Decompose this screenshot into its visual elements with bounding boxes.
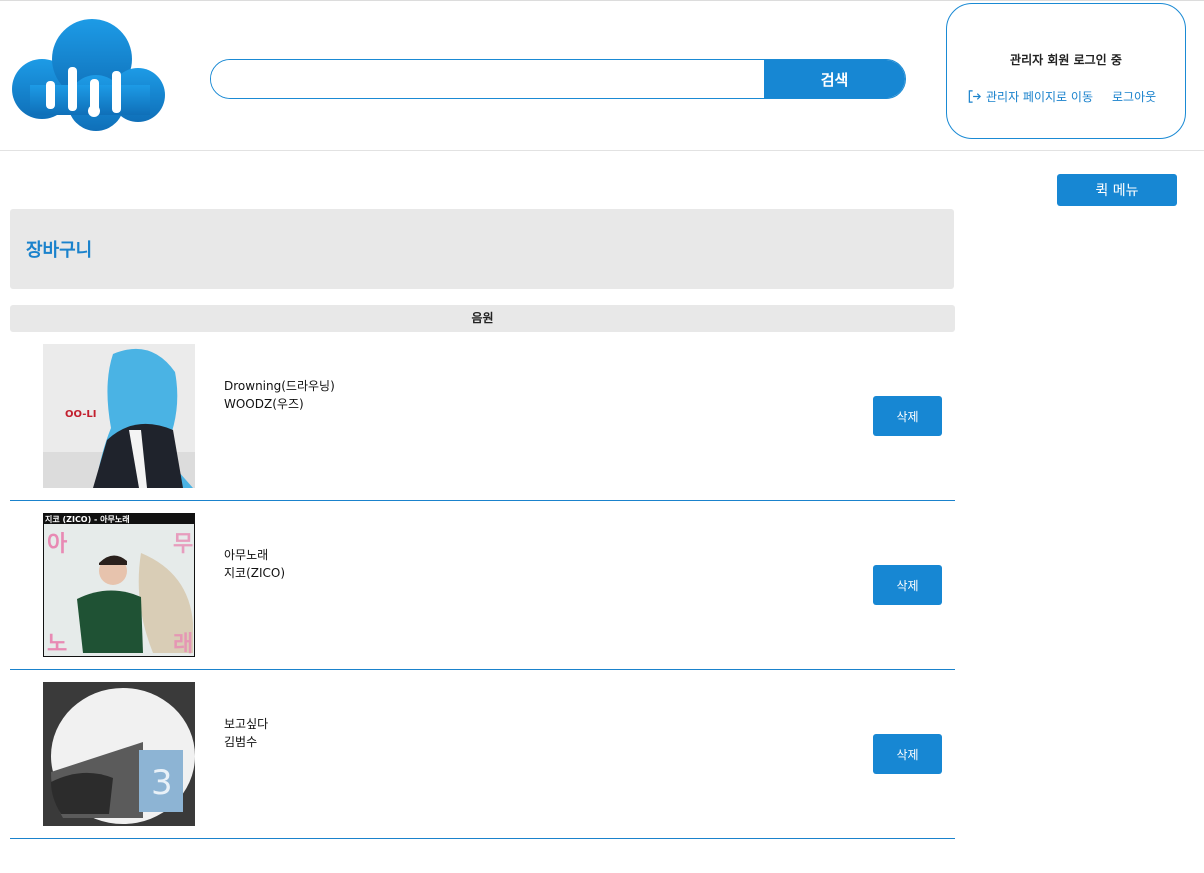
admin-page-link[interactable]: 관리자 페이지로 이동 bbox=[967, 88, 1093, 105]
cart-item: OO-LI Drowning(드라우닝) WOODZ(우즈) 삭제 bbox=[10, 332, 955, 501]
logout-link[interactable]: 로그아웃 bbox=[1112, 88, 1156, 105]
page-title-panel: 장바구니 bbox=[10, 209, 954, 289]
site-logo[interactable] bbox=[10, 15, 168, 133]
track-artist: 김범수 bbox=[224, 735, 258, 749]
account-links: 관리자 페이지로 이동 로그아웃 bbox=[967, 88, 1156, 105]
search-button[interactable]: 검색 bbox=[764, 60, 905, 98]
cart-item: 3 보고싶다 김범수 삭제 bbox=[10, 670, 955, 839]
cover-text: OO-LI bbox=[65, 409, 96, 420]
track-artist: WOODZ(우즈) bbox=[224, 397, 304, 411]
track-artist: 지코(ZICO) bbox=[224, 566, 286, 580]
account-panel: 관리자 회원 로그인 중 관리자 페이지로 이동 로그아웃 bbox=[946, 3, 1186, 139]
column-header: 음원 bbox=[10, 305, 955, 332]
track-title: 아무노래 bbox=[224, 548, 269, 562]
cart-item: 지코 (ZICO) - 아무노래 아 무 노 래 아무노래 지코(ZICO) 삭… bbox=[10, 501, 955, 670]
page-title: 장바구니 bbox=[26, 240, 93, 261]
track-title: 보고싶다 bbox=[224, 717, 269, 731]
track-info: Drowning(드라우닝) WOODZ(우즈) bbox=[224, 377, 335, 413]
album-cover: 3 bbox=[43, 682, 195, 826]
admin-page-link-label: 관리자 페이지로 이동 bbox=[986, 90, 1093, 104]
track-info: 보고싶다 김범수 bbox=[224, 715, 268, 751]
delete-button[interactable]: 삭제 bbox=[873, 734, 942, 774]
track-title: Drowning(드라우닝) bbox=[224, 379, 335, 393]
quick-menu-button[interactable]: 퀵 메뉴 bbox=[1057, 174, 1177, 206]
cover-text: 3 bbox=[151, 763, 173, 803]
album-cover: OO-LI bbox=[43, 344, 195, 488]
search-bar: 검색 bbox=[210, 59, 906, 99]
cover-glyph: 래 bbox=[173, 632, 193, 657]
delete-button[interactable]: 삭제 bbox=[873, 565, 942, 605]
sign-in-icon bbox=[968, 90, 981, 103]
login-status: 관리자 회원 로그인 중 bbox=[1010, 53, 1122, 67]
cover-text: 지코 (ZICO) - 아무노래 bbox=[45, 514, 130, 524]
site-header: 검색 관리자 회원 로그인 중 관리자 페이지로 이동 로그아웃 bbox=[0, 1, 1204, 151]
delete-button[interactable]: 삭제 bbox=[873, 396, 942, 436]
track-info: 아무노래 지코(ZICO) bbox=[224, 546, 285, 582]
album-cover: 지코 (ZICO) - 아무노래 아 무 노 래 bbox=[43, 513, 195, 657]
search-input[interactable] bbox=[211, 60, 764, 98]
cover-glyph: 아 bbox=[47, 532, 68, 557]
cover-glyph: 무 bbox=[173, 532, 193, 557]
cover-glyph: 노 bbox=[47, 632, 67, 657]
